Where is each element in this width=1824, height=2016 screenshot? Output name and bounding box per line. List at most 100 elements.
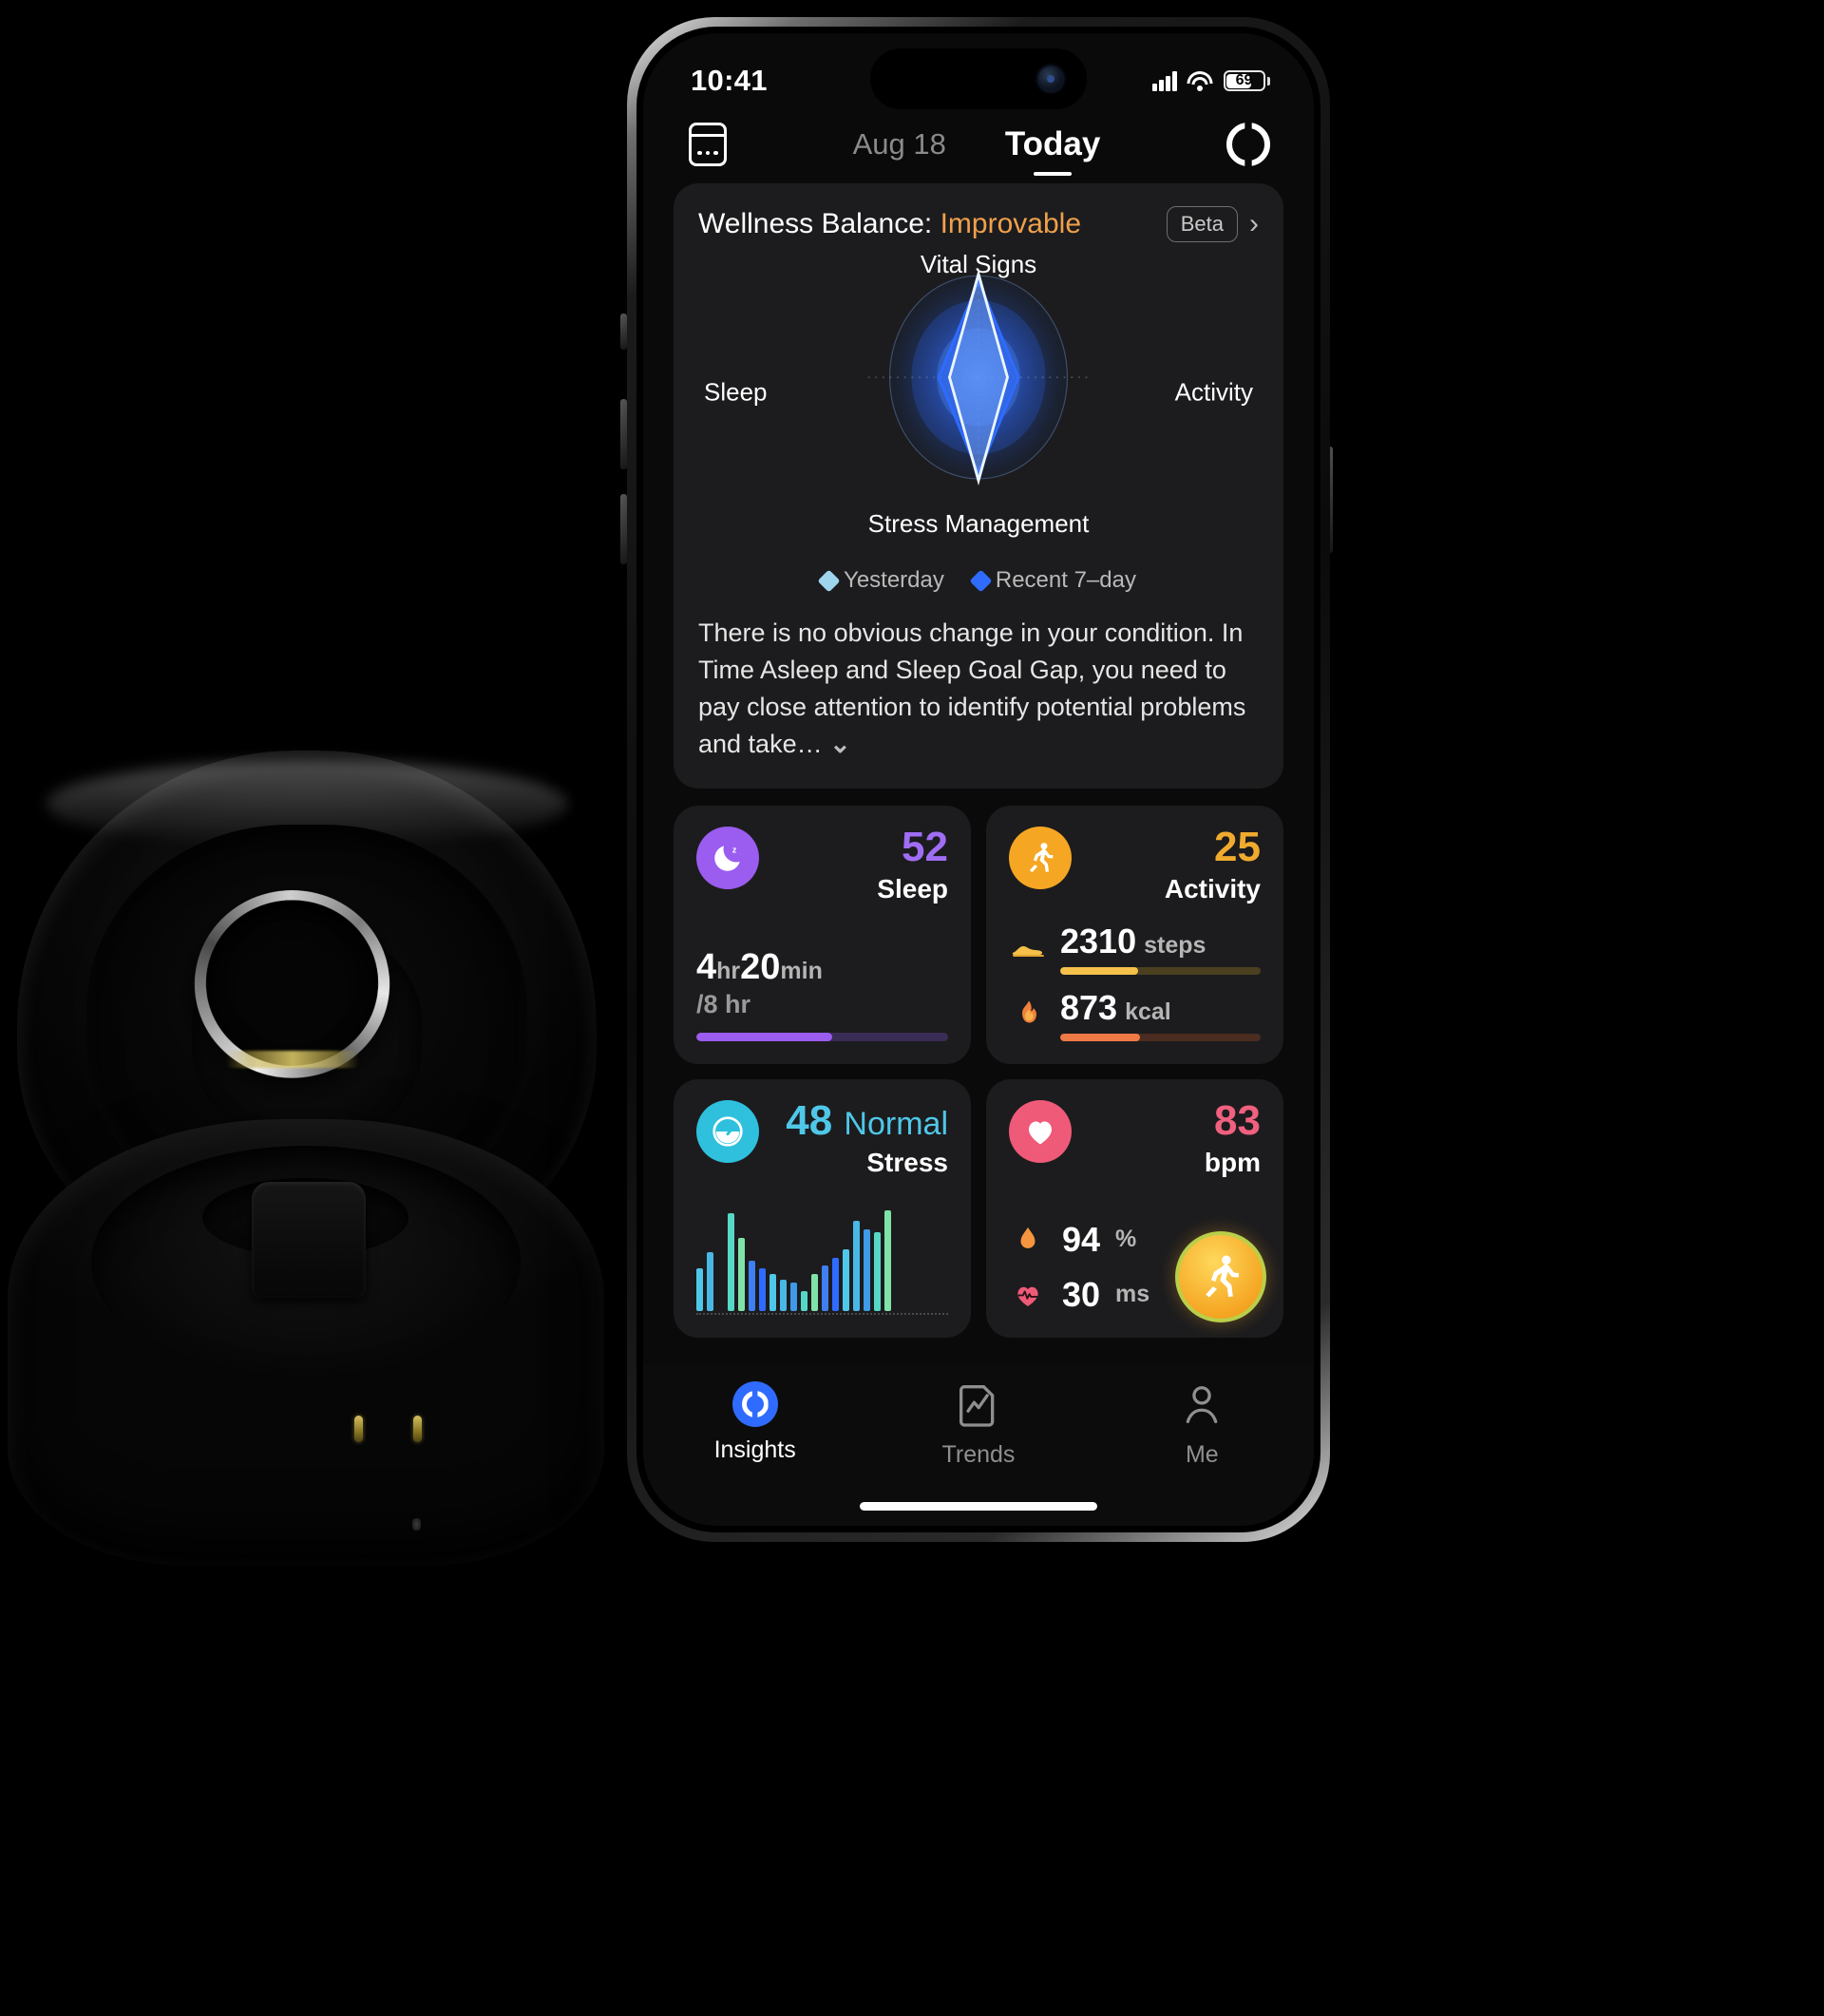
sleep-score: 52	[902, 823, 948, 870]
wellness-description[interactable]: There is no obvious change in your condi…	[698, 615, 1259, 764]
svg-text:z: z	[732, 845, 737, 854]
activity-steps-bar	[1060, 966, 1261, 975]
sleep-hours-unit: hr	[716, 957, 741, 984]
moon-sleep-icon: z	[696, 826, 759, 889]
date-tabs: Aug 18 Today	[727, 125, 1226, 176]
hrv-value: 30	[1062, 1274, 1101, 1314]
sleep-progress-bar	[696, 1032, 948, 1041]
phone-volume-down-button[interactable]	[620, 494, 627, 564]
activity-kcal-value: 873	[1060, 987, 1118, 1027]
stress-card[interactable]: 48 Normal Stress	[674, 1078, 971, 1338]
activity-card-header: 25 Activity	[1009, 823, 1261, 904]
heart-rate-card[interactable]: 83 bpm 94 % 30 ms	[986, 1078, 1283, 1338]
scroll-content: Wellness Balance: Improvable Beta › Vita…	[643, 183, 1314, 1338]
workout-run-icon[interactable]	[1175, 1230, 1266, 1322]
battery-percent-label: 69	[1235, 72, 1253, 88]
stress-bar	[811, 1274, 818, 1311]
tab-me[interactable]: Me	[1091, 1381, 1314, 1469]
battery-icon: 69	[1223, 70, 1270, 91]
stress-bar	[738, 1238, 745, 1311]
charging-pin-left	[354, 1416, 364, 1442]
phone-volume-up-button[interactable]	[620, 399, 627, 469]
activity-steps-unit: steps	[1144, 931, 1206, 959]
tab-today-label: Today	[1004, 125, 1101, 162]
running-person-icon	[1009, 826, 1072, 889]
activity-card[interactable]: 25 Activity 2310 steps 873 kcal	[986, 805, 1283, 1064]
sync-ring-icon[interactable]	[1226, 123, 1270, 166]
stress-bar	[728, 1212, 734, 1311]
person-icon	[1181, 1381, 1223, 1432]
heart-icon	[1009, 1099, 1072, 1163]
chevron-right-icon[interactable]: ›	[1249, 210, 1259, 238]
tab-active-underline	[1034, 171, 1073, 176]
activity-score-block: 25 Activity	[1165, 823, 1261, 904]
trends-chart-icon	[958, 1381, 999, 1432]
activity-steps-bar-fill	[1060, 966, 1139, 975]
legend-diamond-yesterday	[817, 568, 841, 593]
tab-insights[interactable]: Insights	[643, 1381, 866, 1464]
cellular-bars-icon	[1152, 70, 1177, 91]
tab-insights-label: Insights	[713, 1436, 796, 1463]
tab-trends[interactable]: Trends	[866, 1381, 1090, 1469]
spo2-value: 94	[1062, 1219, 1101, 1259]
sleep-card-header: z 52 Sleep	[696, 823, 948, 904]
charging-case-base	[8, 1119, 604, 1566]
stress-bar	[759, 1268, 766, 1311]
iphone-device: 10:41 69 Aug 18 Today Wellness Balance: …	[627, 17, 1330, 1542]
legend-diamond-recent7	[969, 568, 993, 593]
activity-kcal-metric: 873 kcal	[1060, 988, 1261, 1041]
phone-screen: 10:41 69 Aug 18 Today Wellness Balance: …	[643, 33, 1314, 1526]
flame-icon	[1009, 1000, 1047, 1029]
stress-bar-chart	[696, 1209, 948, 1315]
activity-score: 25	[1214, 823, 1261, 870]
case-indicator-dot	[411, 1518, 421, 1531]
heart-card-header: 83 bpm	[1009, 1096, 1261, 1178]
shoe-icon	[1009, 934, 1047, 962]
sleep-progress-fill	[696, 1032, 833, 1041]
sleep-card[interactable]: z 52 Sleep 4hr20min /8 hr	[674, 805, 971, 1064]
radar-axis-label-right: Activity	[1174, 377, 1253, 407]
stress-bar	[843, 1248, 849, 1311]
blood-drop-icon	[1009, 1226, 1047, 1254]
chevron-down-icon[interactable]: ⌄	[829, 730, 851, 758]
wellness-header: Wellness Balance: Improvable Beta ›	[698, 206, 1259, 242]
heart-pulse-icon	[1009, 1281, 1047, 1309]
stress-bar	[749, 1260, 755, 1311]
status-icons: 69	[1152, 70, 1270, 91]
stress-bar	[853, 1221, 860, 1311]
spo2-unit: %	[1115, 1226, 1137, 1253]
tab-today[interactable]: Today	[1004, 125, 1101, 176]
phone-silent-switch[interactable]	[620, 314, 627, 350]
legend-item-yesterday: Yesterday	[817, 567, 944, 594]
stress-score-block: 48 Normal Stress	[786, 1096, 948, 1178]
heart-rate-value: 83	[1214, 1096, 1261, 1144]
wellness-balance-card[interactable]: Wellness Balance: Improvable Beta › Vita…	[674, 183, 1283, 789]
status-bar: 10:41 69	[643, 33, 1314, 109]
wellness-header-actions: Beta ›	[1166, 206, 1259, 242]
sleep-duration: 4hr20min /8 hr	[696, 947, 948, 1019]
sleep-card-label: Sleep	[877, 873, 948, 903]
beta-badge: Beta	[1166, 206, 1238, 242]
stress-bar	[874, 1232, 881, 1311]
app-navbar: Aug 18 Today	[643, 107, 1314, 176]
calendar-icon[interactable]	[689, 123, 727, 166]
legend-label-yesterday: Yesterday	[844, 567, 944, 593]
sleep-hours: 4	[696, 946, 717, 987]
metric-card-grid: z 52 Sleep 4hr20min /8 hr 25 Activity 23…	[674, 805, 1283, 1338]
wellness-description-text: There is no obvious change in your condi…	[698, 618, 1246, 759]
activity-steps-metric: 2310 steps	[1060, 922, 1261, 975]
stress-bar	[801, 1290, 808, 1311]
home-indicator[interactable]	[860, 1502, 1097, 1511]
sleep-minutes-unit: min	[780, 957, 823, 984]
tab-prev-date[interactable]: Aug 18	[853, 127, 946, 162]
wellness-status-value: Improvable	[940, 208, 1081, 239]
activity-kcal-value-line: 873 kcal	[1060, 988, 1261, 1028]
wifi-icon	[1187, 70, 1213, 91]
bottom-tab-bar: Insights Trends Me	[643, 1364, 1314, 1526]
stress-score: 48	[786, 1096, 833, 1144]
stress-bar	[864, 1229, 870, 1311]
stress-score-line: 48 Normal	[786, 1096, 948, 1144]
sleep-minutes: 20	[740, 946, 781, 987]
activity-metrics: 2310 steps 873 kcal	[1009, 922, 1261, 1041]
hrv-unit: ms	[1115, 1281, 1150, 1308]
